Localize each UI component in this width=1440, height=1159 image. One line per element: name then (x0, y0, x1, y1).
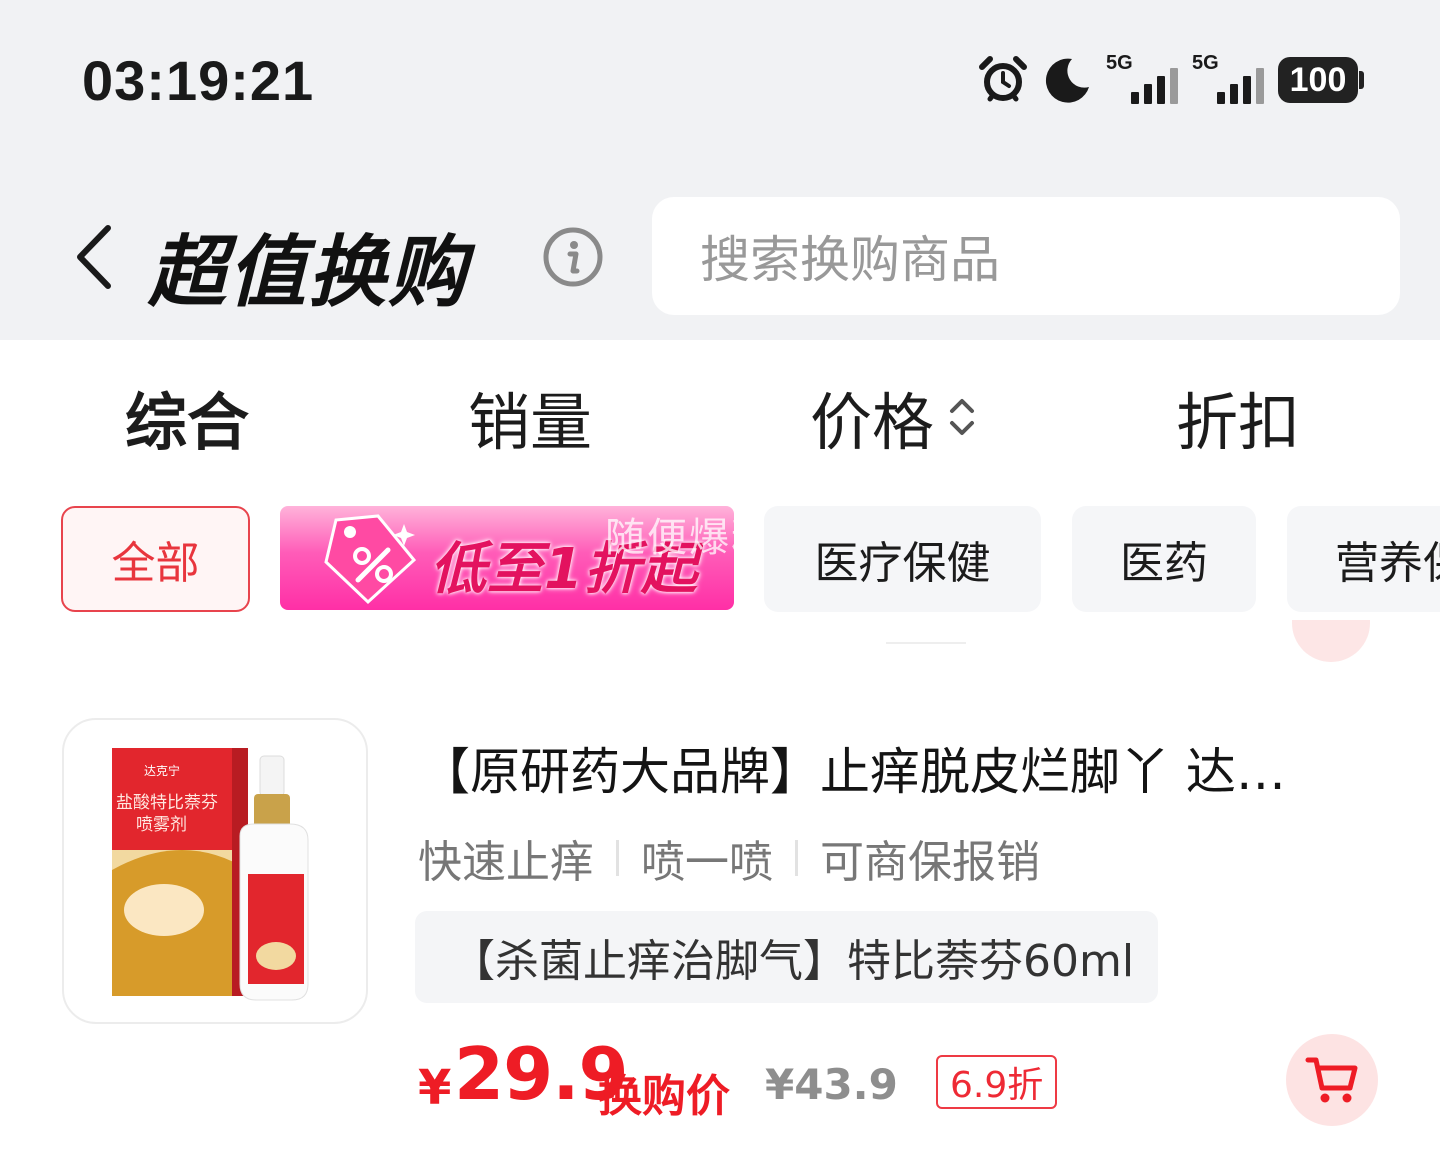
signal-label: 5G (1192, 52, 1219, 74)
tab-label: 价格 (810, 386, 935, 459)
signal-label: 5G (1106, 52, 1133, 74)
filter-chip-nutrition[interactable]: 营养保健 (1287, 506, 1440, 612)
add-to-cart-button[interactable] (1286, 1034, 1378, 1126)
battery-icon: 100 (1278, 57, 1364, 103)
chip-label: 医疗保健 (814, 538, 991, 589)
tab-label: 折扣 (1176, 386, 1301, 459)
info-icon[interactable] (542, 226, 604, 288)
tab-label: 综合 (125, 386, 250, 459)
spec-tag: 【杀菌止痒治脚气】特比萘芬60ml (415, 911, 1159, 1003)
status-icons: 5G 5G 100 (978, 52, 1364, 108)
product-image[interactable]: 达克宁 盐酸特比萘芬 喷雾剂 (62, 718, 368, 1024)
filter-chip-medicine[interactable]: 医药 (1072, 506, 1256, 612)
chip-label: 医药 (1120, 538, 1208, 589)
feature-tags: 快速止痒 喷一喷 可商保报销 (418, 826, 1040, 890)
product-title[interactable]: 【原研药大品牌】止痒脱皮烂脚丫 达… (420, 732, 1350, 804)
signal-icon: 5G (1106, 52, 1178, 108)
separator (616, 840, 619, 876)
feature-tag: 可商保报销 (820, 837, 1040, 888)
feature-tag: 快速止痒 (418, 837, 594, 888)
tab-discount[interactable]: 折扣 (1176, 372, 1300, 462)
signal-icon: 5G (1192, 52, 1264, 108)
tab-sales[interactable]: 销量 (468, 372, 592, 462)
discount-badge: 6.9折 (936, 1055, 1058, 1109)
price-label: 换购价 (598, 1071, 730, 1122)
price-symbol: ¥ (418, 1060, 452, 1116)
box-brand-text: 达克宁 (144, 763, 180, 778)
product-photo: 达克宁 盐酸特比萘芬 喷雾剂 (112, 748, 309, 1001)
tab-comprehensive[interactable]: 综合 (125, 372, 249, 462)
search-placeholder: 搜索换购商品 (700, 231, 1000, 289)
cart-button-peek (1292, 620, 1370, 662)
moon-icon (1045, 58, 1089, 103)
divider (886, 642, 966, 644)
sort-arrows-icon (950, 399, 975, 435)
separator (795, 840, 798, 876)
tab-label: 销量 (468, 386, 593, 459)
chip-label: 全部 (111, 538, 200, 589)
watermark: 随便爆料 (605, 515, 773, 561)
box-name-line2: 喷雾剂 (136, 815, 187, 835)
filter-chip-all[interactable]: 全部 (61, 506, 250, 612)
alarm-icon (979, 56, 1027, 102)
search-input[interactable]: 搜索换购商品 (652, 197, 1400, 315)
filter-chip-healthcare[interactable]: 医疗保健 (764, 506, 1041, 612)
chip-label: 营养保健 (1335, 538, 1440, 589)
feature-tag: 喷一喷 (641, 837, 773, 888)
page-title: 超值换购 (148, 228, 469, 318)
back-icon[interactable] (70, 222, 120, 292)
status-time: 03:19:21 (82, 49, 315, 112)
tab-price[interactable]: 价格 (810, 372, 976, 462)
original-price: ¥43.9 (765, 1060, 898, 1109)
discount-tag-icon (324, 514, 417, 605)
box-name-line1: 盐酸特比萘芬 (116, 793, 218, 813)
cart-icon (1305, 1057, 1358, 1103)
